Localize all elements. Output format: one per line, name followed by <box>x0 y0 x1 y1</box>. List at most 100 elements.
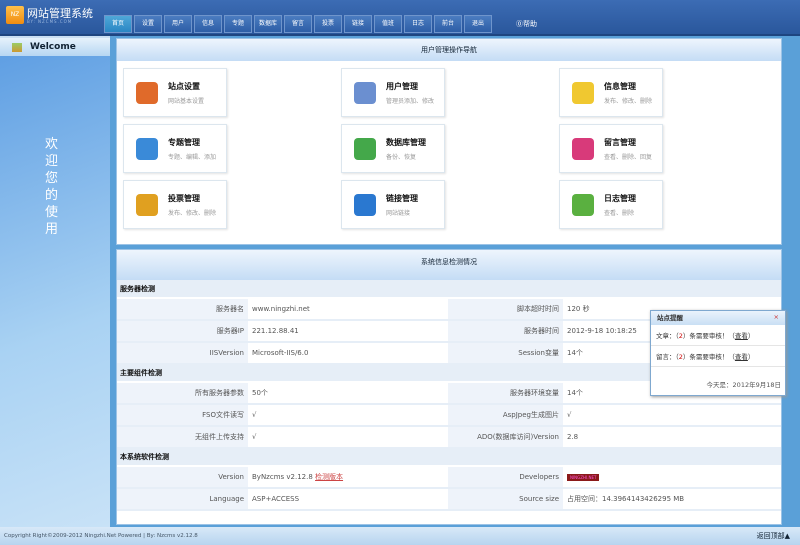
value: √ <box>567 411 572 419</box>
label: ADO(数据库访问)Version <box>448 426 563 449</box>
label: Developers <box>448 466 563 489</box>
check-version-link[interactable]: 检测版本 <box>315 473 343 481</box>
table-row: 无组件上传支持 √ ADO(数据库访问)Version 2.8 <box>117 426 781 449</box>
tab-4[interactable]: 专题 <box>224 15 252 33</box>
label: Session变量 <box>448 342 563 365</box>
sidebar: Welcome 欢迎您的使用 <box>0 38 110 527</box>
popup-today: 今天是：2012年9月18日 <box>706 381 781 389</box>
value: 占用空间：14.3964143426295 MB <box>567 495 685 503</box>
label: 服务器名 <box>117 298 248 321</box>
card-desc: 查看、删除 <box>604 210 635 217</box>
table-row: Version ByNzcms v2.12.8 检测版本 Developers NIN… <box>117 466 781 489</box>
popup-title: 站点提醒 <box>651 311 785 325</box>
card-title: 留言管理 <box>604 138 636 147</box>
tab-1[interactable]: 设置 <box>134 15 162 33</box>
welcome-icon <box>12 42 22 52</box>
card-desc: 查看、删除、回复 <box>604 154 653 161</box>
tab-9[interactable]: 值班 <box>374 15 402 33</box>
card-title: 信息管理 <box>604 82 636 91</box>
footer: Copyright Right©2009-2012 Ningzhi.Net Po… <box>0 527 800 545</box>
value: 221.12.88.41 <box>252 327 299 335</box>
site-reminder-popup: 站点提醒 × 文章：（2）条需要审核！（查看） 留言：（2）条需要审核！（查看） … <box>650 310 786 396</box>
module-icon <box>354 82 376 104</box>
nav-card[interactable]: 站点设置网站基本设置 <box>123 68 227 117</box>
value: 14个 <box>567 389 583 397</box>
label: 服务器环境变量 <box>448 382 563 405</box>
nav-panel-title: 用户管理操作导航 <box>117 39 781 61</box>
header: NZ 网站管理系统 BY: NZCMS.COM 首页 设置 用户 信息 专题 数据库 留言投… <box>0 0 800 36</box>
tab-5[interactable]: 数据库 <box>254 15 282 33</box>
module-icon <box>354 194 376 216</box>
card-desc: 网站基本设置 <box>168 98 205 105</box>
tab-8[interactable]: 链接 <box>344 15 372 33</box>
value: ASP+ACCESS <box>252 495 300 503</box>
system-panel-title: 系统信息检测情况 <box>117 250 781 280</box>
value: 14个 <box>567 349 583 357</box>
section-title: 服务器检测 <box>117 280 781 299</box>
card-title: 日志管理 <box>604 194 636 203</box>
value: 2012-9-18 10:18:25 <box>567 327 637 335</box>
site-subtitle: BY: NZCMS.COM <box>27 19 73 24</box>
nav-card[interactable]: 留言管理查看、删除、回复 <box>559 124 663 173</box>
nav-card[interactable]: 数据库管理 备份、恢复 <box>341 124 445 173</box>
nav-card[interactable]: 链接管理 网站链接 <box>341 180 445 229</box>
nav-card[interactable]: 专题管理 专题、编辑、添加 <box>123 124 227 173</box>
main-nav-tabs: 首页 设置 用户 信息 专题 数据库 留言 投票 链接 值班 日志 前台 退出 <box>104 15 492 33</box>
nav-card[interactable]: 信息管理发布、修改、删除 <box>559 68 663 117</box>
tab-2[interactable]: 用户 <box>164 15 192 33</box>
label: 服务器时间 <box>448 320 563 343</box>
card-title: 用户管理 <box>386 82 418 91</box>
section-title: 本系统软件检测 <box>117 448 781 467</box>
card-desc: 管理员添加、修改 <box>386 98 435 105</box>
value: ByNzcms v2.12.8 <box>252 473 313 481</box>
nav-card[interactable]: 日志管理 查看、删除 <box>559 180 663 229</box>
help-link[interactable]: ⓪帮助 <box>516 19 537 29</box>
value: 120 秒 <box>567 305 590 313</box>
reminder-row: 留言：（2）条需要审核！（查看） <box>651 346 785 367</box>
label: FSO文件读写 <box>117 404 248 427</box>
value: www.ningzhi.net <box>252 305 310 313</box>
tab-12[interactable]: 退出 <box>464 15 492 33</box>
module-icon <box>136 138 158 160</box>
welcome-label: Welcome <box>30 42 76 52</box>
module-icon <box>572 82 594 104</box>
nav-card[interactable]: 投票管理 发布、修改、删除 <box>123 180 227 229</box>
label: IISVersion <box>117 342 248 365</box>
label: 服务器IP <box>117 320 248 343</box>
card-title: 投票管理 <box>168 194 200 203</box>
card-title: 链接管理 <box>386 194 418 203</box>
card-desc: 备份、恢复 <box>386 154 417 161</box>
label: 无组件上传支持 <box>117 426 248 449</box>
view-link[interactable]: 查看 <box>735 353 748 361</box>
label: Source size <box>448 488 563 511</box>
developers-badge[interactable]: NINGZHI.NET <box>567 474 600 481</box>
label: 脚本超时时间 <box>448 298 563 321</box>
view-link[interactable]: 查看 <box>735 332 748 340</box>
tab-7[interactable]: 投票 <box>314 15 342 33</box>
module-icon <box>354 138 376 160</box>
value: √ <box>252 411 257 419</box>
tab-0[interactable]: 首页 <box>104 15 132 33</box>
label: 所有服务器参数 <box>117 382 248 405</box>
label: Version <box>117 466 248 489</box>
welcome-vertical-text: 欢迎您的使用 <box>45 137 59 237</box>
value: 2.8 <box>567 433 579 441</box>
nav-card[interactable]: 用户管理管理员添加、修改 <box>341 68 445 117</box>
copyright: Copyright Right©2009-2012 Ningzhi.Net Po… <box>4 533 198 539</box>
tab-6[interactable]: 留言 <box>284 15 312 33</box>
tab-10[interactable]: 日志 <box>404 15 432 33</box>
card-desc: 发布、修改、删除 <box>604 98 653 105</box>
nav-panel: 用户管理操作导航 站点设置网站基本设置 用户管理管理员添加、修改 信息管理发布、修改… <box>116 38 782 245</box>
module-icon <box>572 138 594 160</box>
value: √ <box>252 433 257 441</box>
card-desc: 网站链接 <box>386 210 411 217</box>
back-to-top-link[interactable]: 返回顶部▲ <box>757 527 790 545</box>
label: AspJpeg生成图片 <box>448 404 563 427</box>
welcome-bar: Welcome <box>0 38 110 56</box>
tab-11[interactable]: 前台 <box>434 15 462 33</box>
close-icon[interactable]: × <box>774 313 779 321</box>
module-icon <box>136 82 158 104</box>
card-title: 站点设置 <box>168 82 200 91</box>
reminder-row: 文章：（2）条需要审核！（查看） <box>651 325 785 346</box>
tab-3[interactable]: 信息 <box>194 15 222 33</box>
